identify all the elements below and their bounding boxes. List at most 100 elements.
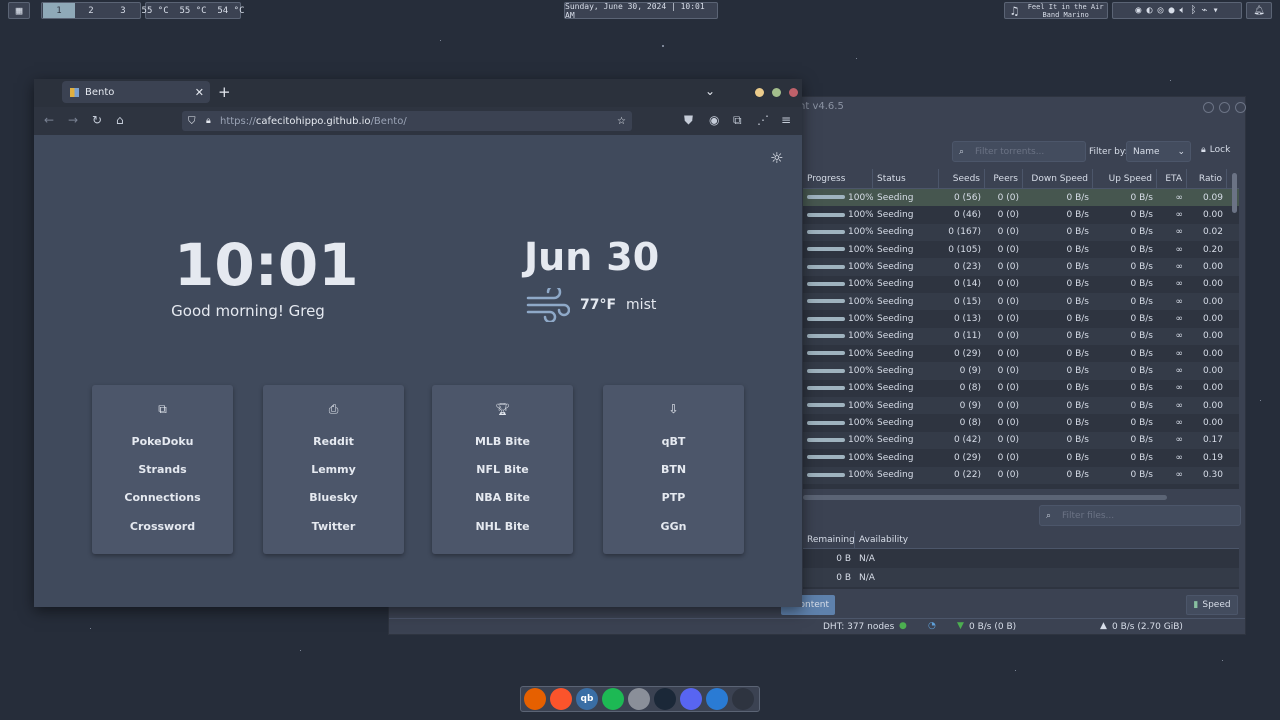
torrent-row[interactable]: 100% Seeding 0 (46) 0 (0) 0 B/s 0 B/s ∞ 0.00 <box>803 206 1239 223</box>
link-bluesky[interactable]: Bluesky <box>263 491 404 504</box>
maximize-button[interactable] <box>1219 102 1230 113</box>
workspace-1[interactable]: 1 <box>43 3 75 18</box>
link-crossword[interactable]: Crossword <box>92 520 233 533</box>
file-row[interactable]: 0 B N/A <box>803 568 1239 587</box>
close-dot[interactable] <box>789 88 798 97</box>
close-button[interactable] <box>1235 102 1246 113</box>
volume-icon[interactable]: 🔈︎ <box>1180 5 1186 16</box>
menu-chevron-icon[interactable]: ▾ <box>1213 5 1219 16</box>
filter-files-input[interactable]: ⌕ Filter files... <box>1039 505 1241 526</box>
minimize-button[interactable] <box>1203 102 1214 113</box>
url-bar[interactable]: ⛉ 🔒︎ https:// cafecitohippo.github.io /B… <box>182 111 632 131</box>
close-tab-icon[interactable]: ✕ <box>195 86 204 99</box>
link-qbt[interactable]: qBT <box>603 435 744 448</box>
torrent-row[interactable]: 100% Seeding 0 (23) 0 (0) 0 B/s 0 B/s ∞ 0.00 <box>803 258 1239 276</box>
torrent-row[interactable]: 100% Seeding 0 (15) 0 (0) 0 B/s 0 B/s ∞ 0.00 <box>803 293 1239 311</box>
notifications-button[interactable]: 🔔︎ <box>1246 2 1272 19</box>
spotify-icon[interactable] <box>602 688 624 710</box>
torrent-row[interactable]: 100% Seeding 0 (167) 0 (0) 0 B/s 0 B/s ∞ 0.02 <box>803 223 1239 242</box>
torrent-row[interactable]: 100% Seeding 0 (11) 0 (0) 0 B/s 0 B/s ∞ 0.00 <box>803 327 1239 346</box>
col-availability[interactable]: Availability <box>855 531 955 548</box>
minimize-dot[interactable] <box>755 88 764 97</box>
link-twitter[interactable]: Twitter <box>263 520 404 533</box>
torrent-row[interactable]: 100% Seeding 0 (8) 0 (0) 0 B/s 0 B/s ∞ 0.00 <box>803 414 1239 431</box>
link-nhl-bite[interactable]: NHL Bite <box>432 520 573 533</box>
bluetooth-icon[interactable]: ᛒ <box>1191 5 1197 16</box>
torrent-row[interactable]: 100% Seeding 0 (8) 0 (0) 0 B/s 0 B/s ∞ 0.00 <box>803 380 1239 397</box>
filter-by-select[interactable]: Name ⌄ <box>1126 141 1191 162</box>
link-reddit[interactable]: Reddit <box>263 435 404 448</box>
torrent-h-scrollbar[interactable] <box>803 495 1167 500</box>
home-icon[interactable]: ⌂ <box>116 113 124 127</box>
steam-tray-icon[interactable]: ◎ <box>1157 5 1163 16</box>
torrent-row[interactable]: 100% Seeding 0 (56) 0 (0) 0 B/s 0 B/s ∞ 0.09 <box>803 189 1239 207</box>
link-strands[interactable]: Strands <box>92 463 233 476</box>
qbittorrent-icon[interactable]: qb <box>576 688 598 710</box>
link-lemmy[interactable]: Lemmy <box>263 463 404 476</box>
app-launcher-button[interactable]: ▦ <box>8 2 30 19</box>
tab-bento[interactable]: Bento ✕ <box>62 81 210 103</box>
emulator-icon[interactable] <box>628 688 650 710</box>
link-nfl-bite[interactable]: NFL Bite <box>432 463 573 476</box>
col-remaining[interactable]: Remaining <box>803 531 855 548</box>
col-down-speed[interactable]: Down Speed <box>1023 169 1093 188</box>
filter-torrents-input[interactable]: ⌕ Filter torrents... <box>952 141 1086 162</box>
back-arrow-icon[interactable]: ← <box>44 113 54 127</box>
shield-icon[interactable]: ⛉ <box>188 116 196 127</box>
workspace-3[interactable]: 3 <box>107 3 139 18</box>
new-tab-button[interactable]: + <box>218 83 231 101</box>
maximize-dot[interactable] <box>772 88 781 97</box>
link-ggn[interactable]: GGn <box>603 520 744 533</box>
firefox-icon[interactable] <box>524 688 546 710</box>
torrent-row[interactable]: 100% Seeding 0 (14) 0 (0) 0 B/s 0 B/s ∞ 0.00 <box>803 276 1239 293</box>
col-up-speed[interactable]: Up Speed <box>1093 169 1157 188</box>
lock-icon[interactable]: 🔒︎ <box>206 116 211 126</box>
terminal-icon[interactable] <box>732 688 754 710</box>
spotify-tray-icon[interactable]: ● <box>1169 5 1175 16</box>
torrent-row[interactable]: 100% Seeding 0 (13) 0 (0) 0 B/s 0 B/s ∞ 0.00 <box>803 310 1239 327</box>
account-icon[interactable]: ◉ <box>709 113 719 127</box>
link-connections[interactable]: Connections <box>92 491 233 504</box>
col-eta[interactable]: ETA <box>1157 169 1187 188</box>
torrent-row[interactable]: 100% Seeding 0 (9) 0 (0) 0 B/s 0 B/s ∞ 0.00 <box>803 397 1239 415</box>
torrent-row[interactable]: 100% Seeding 0 (29) 0 (0) 0 B/s 0 B/s ∞ 0.19 <box>803 449 1239 466</box>
feed-icon[interactable]: ⋰ <box>757 113 769 127</box>
lock-button[interactable]: 🔒︎ Lock <box>1201 145 1230 155</box>
link-ptp[interactable]: PTP <box>603 491 744 504</box>
speed-tab[interactable]: ▮ Speed <box>1186 595 1238 615</box>
bookmark-star-icon[interactable]: ☆ <box>617 116 626 127</box>
col-status[interactable]: Status <box>873 169 939 188</box>
forward-arrow-icon[interactable]: → <box>68 113 78 127</box>
files-icon[interactable] <box>706 688 728 710</box>
discord-tray-icon[interactable]: ◉ <box>1135 5 1141 16</box>
qbittorrent-tray-icon[interactable]: ◐ <box>1146 5 1152 16</box>
brave-icon[interactable] <box>550 688 572 710</box>
col-peers[interactable]: Peers <box>985 169 1023 188</box>
torrent-row[interactable]: 100% Seeding 0 (42) 0 (0) 0 B/s 0 B/s ∞ 0.17 <box>803 431 1239 450</box>
steam-icon[interactable] <box>654 688 676 710</box>
torrent-row[interactable]: 100% Seeding 0 (9) 0 (0) 0 B/s 0 B/s ∞ 0.00 <box>803 362 1239 380</box>
list-tabs-chevron-icon[interactable]: ⌄ <box>705 84 715 98</box>
file-row[interactable]: 0 B N/A <box>803 549 1239 568</box>
clock[interactable]: Sunday, June 30, 2024 | 10:01 AM <box>564 2 718 20</box>
menu-icon[interactable]: ≡ <box>781 113 791 127</box>
torrent-row[interactable]: 100% Seeding 0 (29) 0 (0) 0 B/s 0 B/s ∞ 0.00 <box>803 345 1239 362</box>
reload-icon[interactable]: ↻ <box>92 113 102 127</box>
col-ratio[interactable]: Ratio <box>1187 169 1227 188</box>
torrent-row[interactable]: 100% Seeding 0 (105) 0 (0) 0 B/s 0 B/s ∞ 0.20 <box>803 241 1239 258</box>
workspace-2[interactable]: 2 <box>75 3 107 18</box>
torrent-row[interactable]: 100% Seeding 0 (22) 0 (0) 0 B/s 0 B/s ∞ 0.30 <box>803 466 1239 484</box>
link-pokedoku[interactable]: PokeDoku <box>92 435 233 448</box>
alt-speed-icon[interactable]: ◔ <box>928 621 936 631</box>
link-btn[interactable]: BTN <box>603 463 744 476</box>
media-player-widget[interactable]: ♫ Feel It in the Air Band Marino <box>1004 2 1108 19</box>
col-seeds[interactable]: Seeds <box>939 169 985 188</box>
network-icon[interactable]: ⌁ <box>1202 5 1208 16</box>
discord-icon[interactable] <box>680 688 702 710</box>
col-progress[interactable]: Progress <box>803 169 873 188</box>
link-mlb-bite[interactable]: MLB Bite <box>432 435 573 448</box>
pocket-icon[interactable]: ⛊ <box>684 113 693 128</box>
theme-toggle-icon[interactable]: ☼ <box>770 149 783 167</box>
extensions-icon[interactable]: ⧉ <box>733 113 742 128</box>
link-nba-bite[interactable]: NBA Bite <box>432 491 573 504</box>
